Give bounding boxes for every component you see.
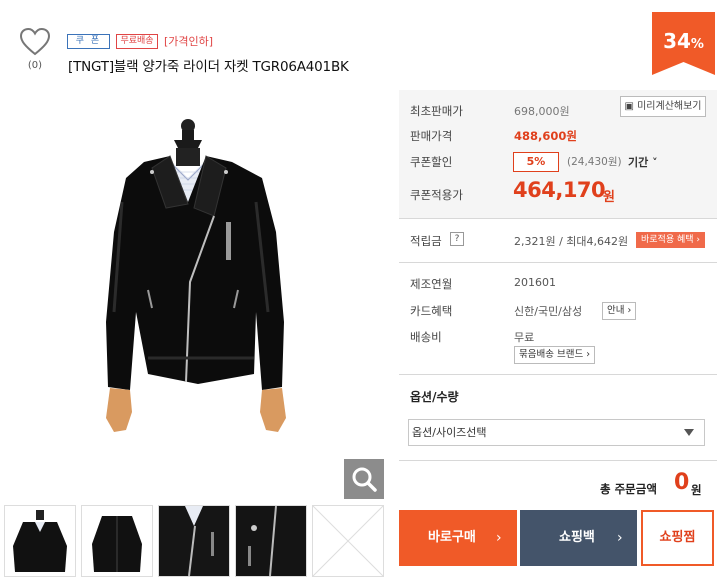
coupon-discount-label: 쿠폰할인 <box>410 155 453 169</box>
heart-outline-icon <box>19 27 51 56</box>
chevron-right-icon: › <box>617 530 623 546</box>
product-main-image <box>86 112 320 442</box>
product-title: [TNGT]블랙 양가죽 라이더 자켓 TGR06A401BK <box>68 59 349 75</box>
thumbnail-empty[interactable] <box>312 505 384 577</box>
card-benefit-value: 신한/국민/삼성 <box>514 305 583 318</box>
manufacture-date-label: 제조연월 <box>410 277 453 291</box>
coupon-amount: (24,430원) <box>567 156 622 168</box>
coupon-period-toggle[interactable]: 기간 ˅ <box>628 154 658 170</box>
option-header: 옵션/수량 <box>410 390 459 404</box>
final-price-value: 464,170 <box>513 178 606 202</box>
original-price-label: 최초판매가 <box>410 104 463 118</box>
divider <box>399 374 717 375</box>
zoom-button[interactable] <box>344 459 384 499</box>
buy-now-button[interactable]: 바로구매 › <box>399 510 517 566</box>
points-value: 2,321원 / 최대4,642원 <box>514 235 629 248</box>
thumbnail-1[interactable] <box>4 505 76 577</box>
shipping-fee-value: 무료 <box>514 331 535 344</box>
chevron-down-icon: ˅ <box>648 156 658 169</box>
magnifier-icon <box>352 467 377 492</box>
option-select[interactable]: 옵션/사이즈선택 <box>408 419 705 446</box>
price-cut-label: [가격인하] <box>164 35 214 48</box>
free-shipping-badge: 무료배송 <box>116 34 158 49</box>
points-label: 적립금 <box>410 234 442 248</box>
total-order-value: 0 <box>674 470 690 495</box>
shopping-bag-button[interactable]: 쇼핑백 › <box>520 510 637 566</box>
card-info-button[interactable]: 안내 › <box>602 302 637 320</box>
thumbnail-2[interactable] <box>81 505 153 577</box>
wishlist-button[interactable]: 쇼핑찜 <box>641 510 714 566</box>
instant-benefit-button[interactable]: 바로적용 혜택 › <box>636 232 705 248</box>
total-order-unit: 원 <box>691 483 702 497</box>
card-benefit-label: 카드혜택 <box>410 304 453 318</box>
sale-price-value: 488,600원 <box>514 129 577 143</box>
final-price-unit: 원 <box>603 190 615 205</box>
divider <box>399 460 717 461</box>
coupon-badge: 쿠 폰 <box>67 34 110 49</box>
thumbnail-4[interactable] <box>235 505 307 577</box>
price-calculator-button[interactable]: ▣ 미리계산해보기 <box>620 96 706 117</box>
original-price-value: 698,000원 <box>514 105 570 118</box>
wishlist-heart-button[interactable] <box>19 27 51 56</box>
total-order-label: 총 주문금액 <box>600 482 657 496</box>
sale-price-label: 판매가격 <box>410 129 453 143</box>
chevron-right-icon: › <box>496 530 502 546</box>
dropdown-arrow-icon <box>684 429 694 436</box>
discount-rate: 34% <box>663 29 704 53</box>
shipping-fee-label: 배송비 <box>410 330 442 344</box>
thumbnail-3[interactable] <box>158 505 230 577</box>
bundle-shipping-button[interactable]: 묶음배송 브랜드 › <box>514 346 596 364</box>
coupon-rate-box: 5% <box>513 152 559 172</box>
divider <box>399 262 717 263</box>
manufacture-date-value: 201601 <box>514 276 556 289</box>
wishlist-count: (0) <box>27 60 43 71</box>
final-price-label: 쿠폰적용가 <box>410 188 463 202</box>
points-help-icon[interactable]: ? <box>450 232 464 246</box>
calculator-icon: ▣ <box>624 101 638 112</box>
divider <box>399 218 717 219</box>
